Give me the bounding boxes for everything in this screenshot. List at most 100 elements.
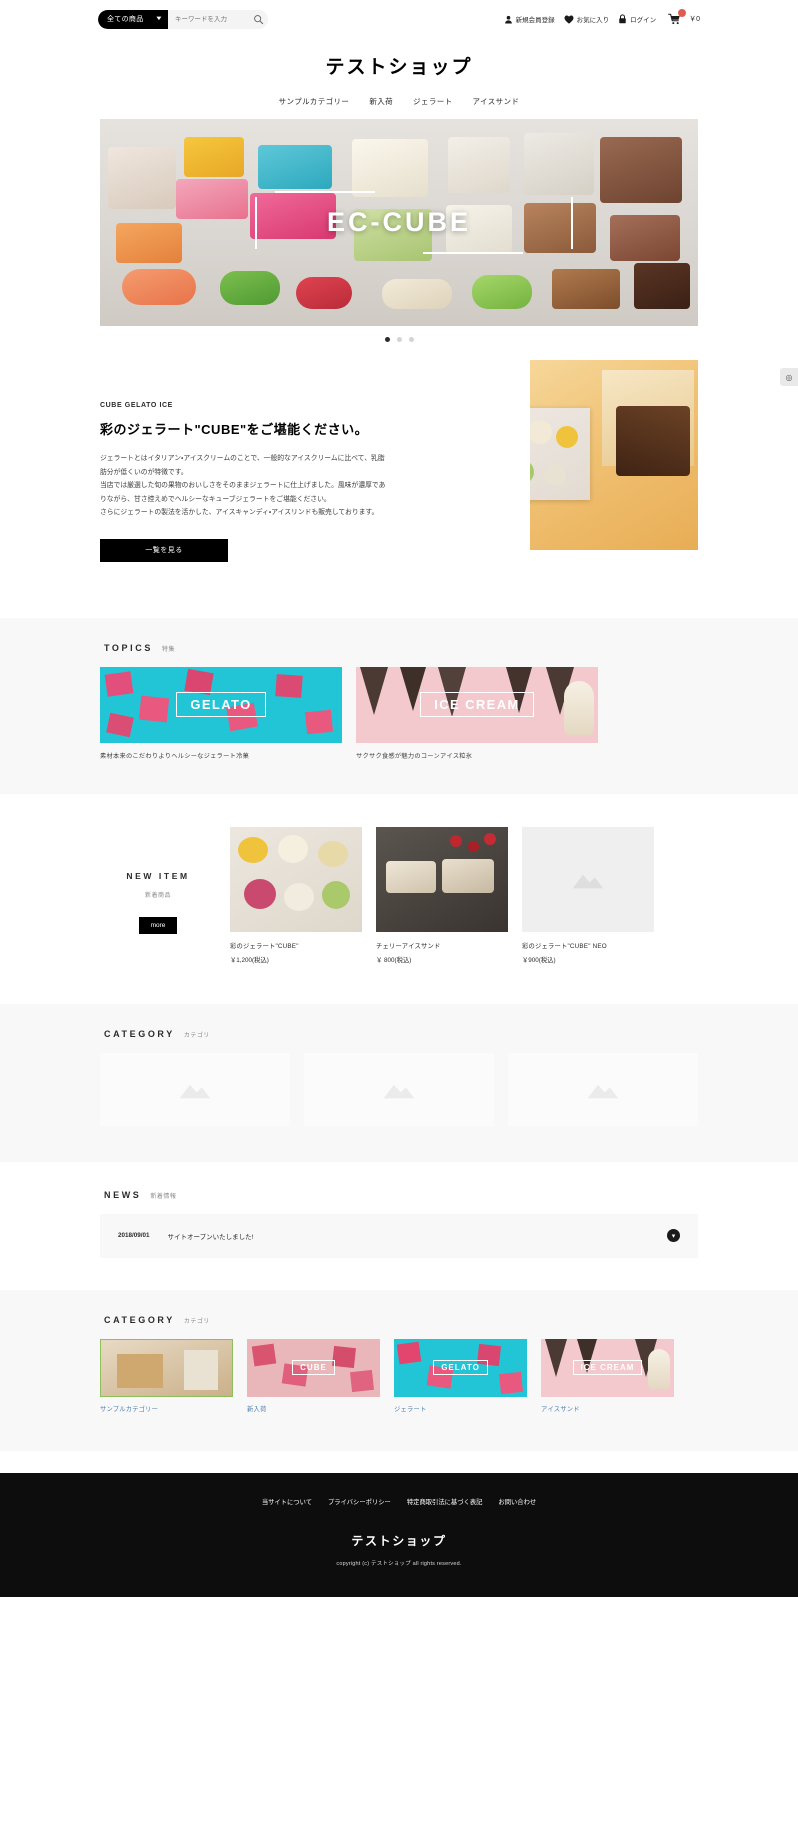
product-card-3[interactable]: 彩のジェラート"CUBE" NEO ￥900(税込) <box>522 826 654 964</box>
new-item-section: NEW ITEM 新着商品 more 彩のジェラート"CUBE" ￥1,200(… <box>0 794 798 1004</box>
category-photo-card-2[interactable]: CUBE 新入荷 <box>247 1338 380 1413</box>
product-thumb-3[interactable] <box>522 826 654 932</box>
lock-icon <box>619 14 626 24</box>
spacer <box>0 561 798 588</box>
header-link-login[interactable]: ログイン <box>618 14 656 24</box>
category-photo-badge-text-4: ICE CREAM <box>572 1360 643 1376</box>
topic-label-gelato: GELATO <box>176 692 266 718</box>
footer-link-privacy[interactable]: プライバシーポリシー <box>328 1497 391 1506</box>
category-photo-badge-2: CUBE <box>247 1339 380 1397</box>
category-photo-label-1[interactable]: サンプルカテゴリー <box>100 1404 233 1413</box>
header-link-register-label: 新規会員登録 <box>515 17 555 24</box>
hero-overlay: EC-CUBE <box>100 119 698 326</box>
footer-link-law[interactable]: 特定商取引法に基づく表記 <box>407 1497 483 1506</box>
page-title: テストショップ <box>325 57 473 78</box>
nav-item-new-arrival[interactable]: 新入荷 <box>369 96 393 107</box>
header-link-login-label: ログイン <box>630 17 657 24</box>
about-body: ジェラートとはイタリアン・アイスクリームのことで、一般的なアイスクリームに比べて… <box>100 455 386 517</box>
new-item-title-en: NEW ITEM <box>126 870 190 881</box>
category-photo-image-2[interactable]: CUBE <box>247 1338 380 1397</box>
header-link-register[interactable]: 新規会員登録 <box>504 14 555 24</box>
chevron-down-icon: ▼ <box>154 16 164 22</box>
category-photo-label-4[interactable]: アイスサンド <box>541 1404 674 1413</box>
about-image-card <box>530 408 590 500</box>
product-thumb-1[interactable] <box>230 826 362 932</box>
hero-dot-2[interactable] <box>396 337 402 342</box>
category-photo-image-3[interactable]: GELATO <box>394 1338 527 1397</box>
news-text: サイトオープンいたしました! <box>167 1233 254 1241</box>
nav-item-gelato[interactable]: ジェラート <box>413 96 453 107</box>
category-photo-card-3[interactable]: GELATO ジェラート <box>394 1338 527 1413</box>
category-photo-badge-4: ICE CREAM <box>541 1339 674 1397</box>
footer-nav: 当サイトについて プライバシーポリシー 特定商取引法に基づく表記 お問い合わせ <box>0 1497 798 1506</box>
footer-link-about[interactable]: 当サイトについて <box>262 1497 312 1506</box>
new-item-title-ja: 新着商品 <box>144 892 171 899</box>
category-placeholder-2[interactable] <box>304 1052 494 1126</box>
user-icon <box>504 15 512 24</box>
category-placeholder-3[interactable] <box>508 1052 698 1126</box>
header-search[interactable]: 全ての商品 ▼ <box>98 9 268 29</box>
category-photo-grid: サンプルカテゴリー CUBE 新入荷 GELATO ジェラート ICE CREA… <box>100 1338 698 1413</box>
about-image <box>530 360 698 550</box>
image-placeholder-icon <box>587 1085 619 1099</box>
product-name-1: 彩のジェラート"CUBE" <box>230 942 299 950</box>
image-placeholder-icon <box>179 1085 211 1099</box>
category-placeholder-title-ja: カテゴリ <box>183 1032 210 1039</box>
about-heading: 彩のジェラート"CUBE"をご堪能ください。 <box>100 422 369 437</box>
hero-dot-1[interactable] <box>384 337 390 342</box>
search-category-select[interactable]: 全ての商品 ▼ <box>98 9 168 29</box>
category-photo-label-2[interactable]: 新入荷 <box>247 1404 380 1413</box>
category-photo-card-4[interactable]: ICE CREAM アイスサンド <box>541 1338 674 1413</box>
topic-card-icecream[interactable]: ICE CREAM サクサク食感が魅力のコーンアイス粒氷 <box>356 666 598 760</box>
search-input-wrap[interactable] <box>168 9 268 29</box>
header-cart[interactable]: ￥0 <box>665 8 700 29</box>
chevron-down-circle-icon[interactable]: ▾ <box>667 1229 680 1243</box>
search-category-label: 全ての商品 <box>107 16 144 23</box>
site-footer: 当サイトについて プライバシーポリシー 特定商取引法に基づく表記 お問い合わせ … <box>0 1472 798 1597</box>
product-thumb-2[interactable] <box>376 826 508 932</box>
topics-section: TOPICS 特集 GELATO 素材本来のこだわりよりヘルシーなジェラート冷菓… <box>0 617 798 794</box>
category-photo-label-3[interactable]: ジェラート <box>394 1404 527 1413</box>
header-link-favorite[interactable]: お気に入り <box>564 14 610 24</box>
nav-item-ice-sand[interactable]: アイスサンド <box>473 96 520 107</box>
hero-logo-text: EC-CUBE <box>274 191 524 254</box>
cart-total: ￥0 <box>689 16 700 23</box>
product-price-2: ￥ 800(税込) <box>376 956 412 964</box>
search-icon[interactable] <box>253 14 264 25</box>
image-placeholder-icon <box>572 875 604 889</box>
image-placeholder-icon <box>383 1085 415 1099</box>
category-photo-image-1[interactable] <box>100 1338 233 1397</box>
search-input[interactable] <box>175 15 247 23</box>
category-placeholder-heading: CATEGORY カテゴリ <box>100 1029 698 1039</box>
hero-dot-3[interactable] <box>408 337 414 342</box>
about-view-all-button[interactable]: 一覧を見る <box>100 538 228 562</box>
cart-count-badge <box>678 8 687 17</box>
topic-card-gelato[interactable]: GELATO 素材本来のこだわりよりヘルシーなジェラート冷菓 <box>100 666 342 760</box>
product-card-2[interactable]: チェリーアイスサンド ￥ 800(税込) <box>376 826 508 964</box>
category-photo-badge-text-3: GELATO <box>433 1360 488 1376</box>
footer-link-contact[interactable]: お問い合わせ <box>498 1497 536 1506</box>
category-placeholder-1[interactable] <box>100 1052 290 1126</box>
category-photo-card-1[interactable]: サンプルカテゴリー <box>100 1338 233 1413</box>
hero-slider[interactable]: EC-CUBE <box>100 119 698 326</box>
heart-icon <box>564 14 574 24</box>
topic-banner-gelato[interactable]: GELATO <box>100 666 342 743</box>
product-card-1[interactable]: 彩のジェラート"CUBE" ￥1,200(税込) <box>230 826 362 964</box>
news-entry-row[interactable]: 2018/09/01 サイトオープンいたしました! ▾ <box>100 1213 698 1258</box>
chat-icon[interactable]: ◎ <box>780 368 798 386</box>
topic-banner-icecream[interactable]: ICE CREAM <box>356 666 598 743</box>
about-section: CUBE GELATO ICE 彩のジェラート"CUBE"をご堪能ください。 ジ… <box>100 360 698 562</box>
footer-copyright: copyright (c) テストショップ all rights reserve… <box>336 1560 462 1567</box>
category-photo-image-4[interactable]: ICE CREAM <box>541 1338 674 1397</box>
category-photo-section: CATEGORY カテゴリ サンプルカテゴリー CUBE 新入荷 GELATO … <box>0 1289 798 1451</box>
new-item-more-button[interactable]: more <box>139 916 177 934</box>
product-name-3: 彩のジェラート"CUBE" NEO <box>522 942 607 950</box>
hero-pagination[interactable] <box>0 326 798 342</box>
page-root: 全ての商品 ▼ 新規会員登録 <box>0 0 798 1597</box>
header-link-favorite-label: お気に入り <box>576 17 610 24</box>
nav-item-sample-category[interactable]: サンプルカテゴリー <box>279 96 350 107</box>
main-nav: サンプルカテゴリー 新入荷 ジェラート アイスサンド <box>0 79 798 119</box>
topic-label-icecream: ICE CREAM <box>420 692 534 718</box>
cart-badge-wrap[interactable] <box>665 8 687 29</box>
product-price-3: ￥900(税込) <box>522 956 556 964</box>
